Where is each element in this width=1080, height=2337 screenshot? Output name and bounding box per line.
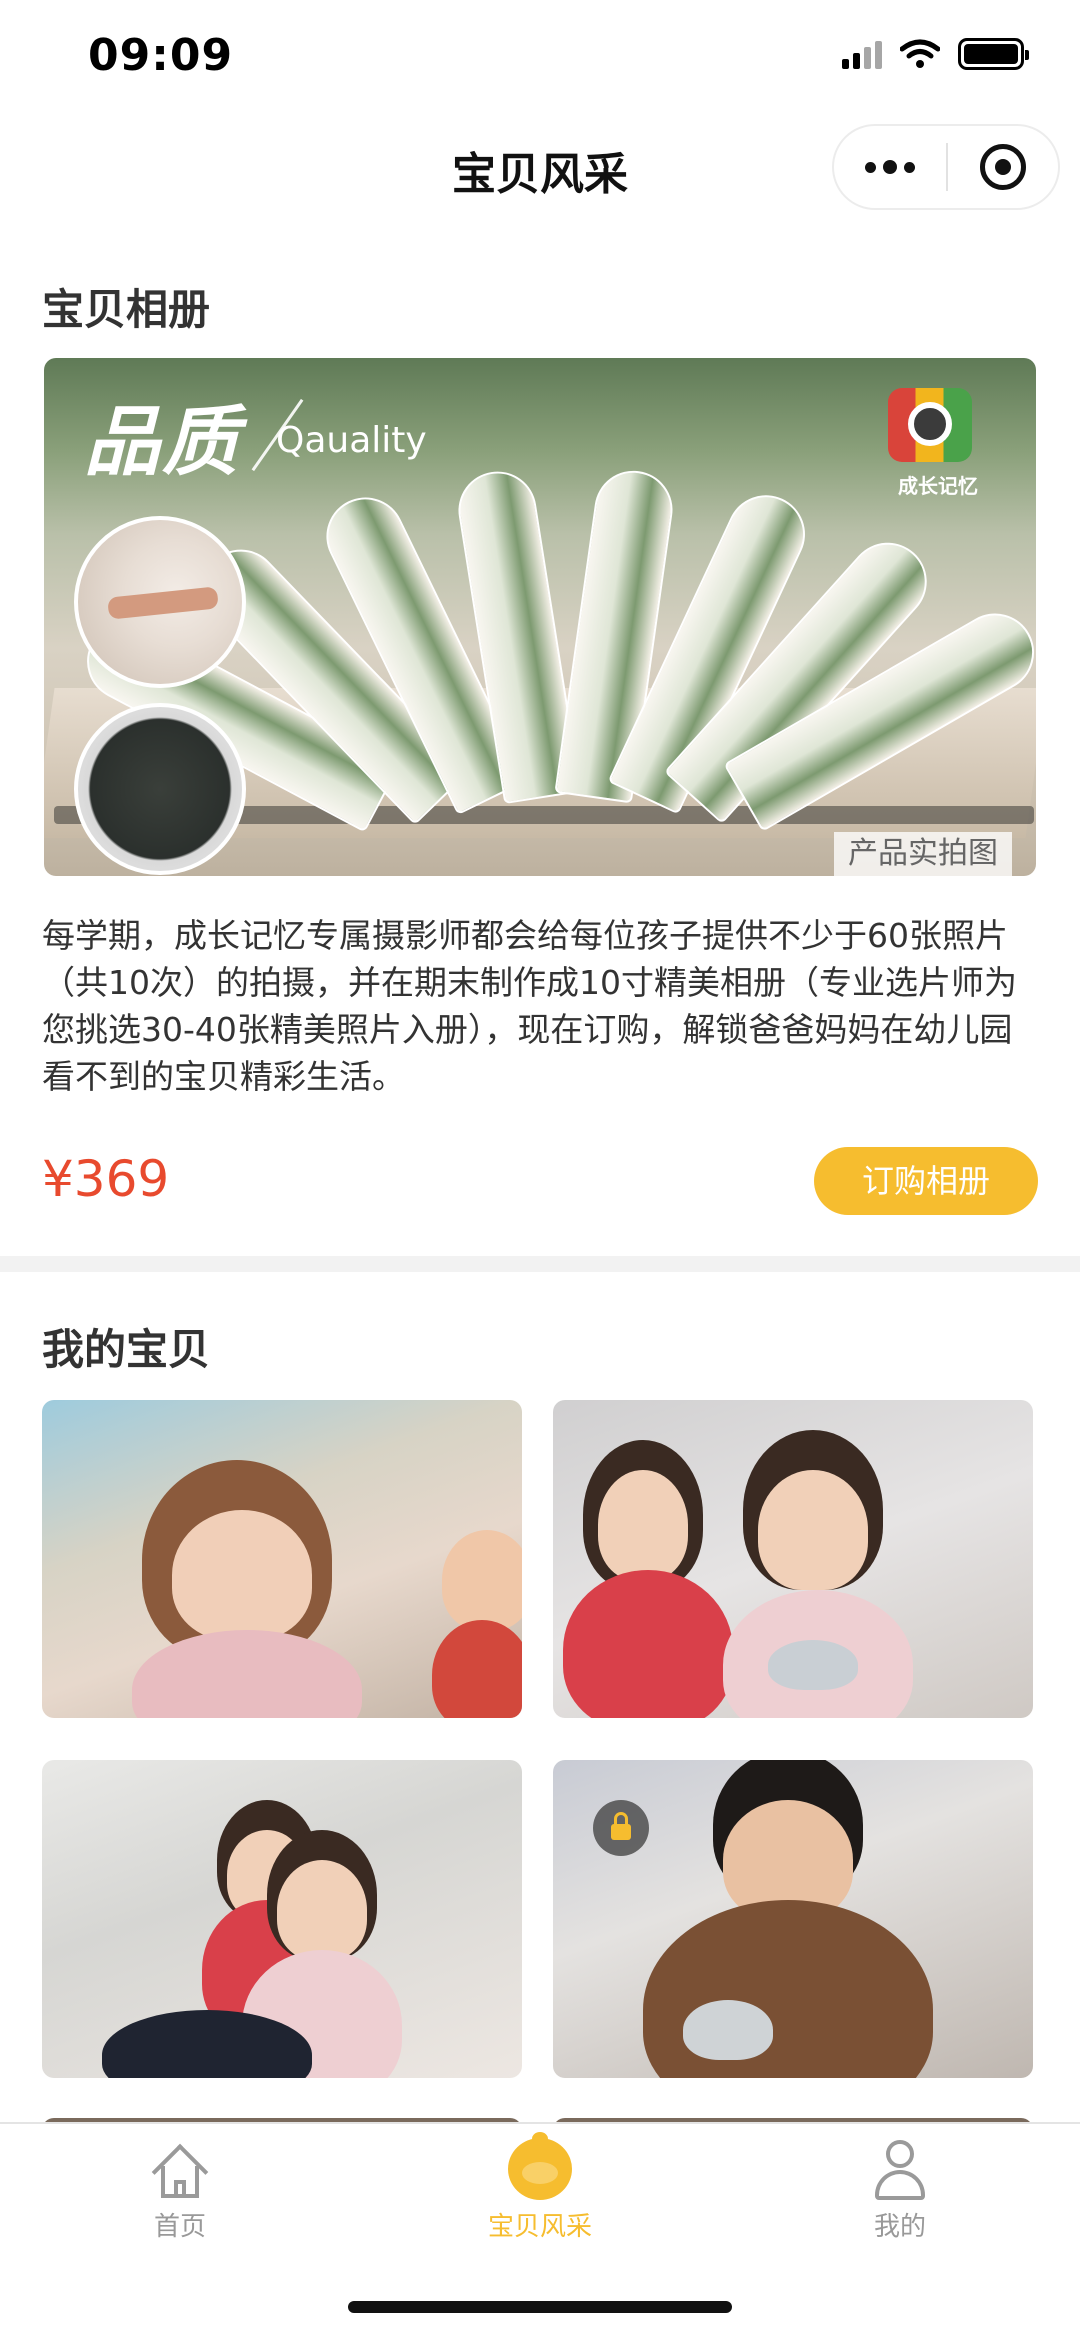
brand-logo-text: 成长记忆	[898, 474, 978, 498]
target-icon	[980, 144, 1026, 190]
close-mini-program-button[interactable]	[948, 144, 1058, 190]
tab-home[interactable]: 首页	[80, 2138, 280, 2258]
banner-headline-cn: 品质	[84, 397, 240, 486]
baby-photo[interactable]	[553, 1400, 1033, 1718]
album-section-title: 宝贝相册	[42, 285, 211, 334]
cellular-signal-icon	[842, 39, 882, 69]
album-description: 每学期，成长记忆专属摄影师都会给每位孩子提供不少于60张照片（共10次）的拍摄，…	[42, 916, 1017, 1096]
tab-mine-label: 我的	[873, 2212, 926, 2242]
lock-icon	[593, 1800, 649, 1856]
my-baby-section-title: 我的宝贝	[42, 1325, 211, 1374]
more-options-button[interactable]	[834, 126, 946, 208]
tab-baby-showcase-label: 宝贝风采	[487, 2212, 592, 2242]
baby-face-icon	[508, 2132, 572, 2200]
baby-photo[interactable]	[553, 1760, 1033, 2078]
home-indicator	[348, 2301, 732, 2313]
product-photo-tag: 产品实拍图	[834, 832, 1012, 876]
order-album-button[interactable]: 订购相册	[814, 1147, 1038, 1215]
status-bar: 09:09	[0, 0, 1080, 120]
wifi-icon	[900, 39, 940, 68]
tab-mine[interactable]: 我的	[800, 2138, 1000, 2258]
section-divider	[0, 1256, 1080, 1272]
banner-headline-en: Qauality	[276, 420, 427, 461]
album-banner[interactable]: 品质 Qauality 成长记忆 产品实拍图	[44, 358, 1036, 876]
album-cover-detail-image	[74, 703, 246, 875]
status-time: 09:09	[88, 30, 234, 81]
dot-icon	[883, 160, 897, 174]
album-price: ¥369	[42, 1150, 170, 1208]
brand-camera-logo-icon	[888, 388, 972, 462]
battery-icon	[958, 38, 1029, 70]
dot-icon	[865, 161, 876, 173]
album-binding-detail-image	[74, 516, 246, 688]
baby-photo[interactable]	[42, 1760, 522, 2078]
nav-bar: 宝贝风采	[0, 120, 1080, 220]
mini-program-capsule	[832, 124, 1060, 210]
home-icon	[149, 2138, 211, 2201]
user-icon	[869, 2138, 931, 2200]
dot-icon	[904, 161, 915, 173]
tab-baby-showcase[interactable]: 宝贝风采	[440, 2132, 640, 2258]
baby-photo[interactable]	[42, 1400, 522, 1718]
tab-home-label: 首页	[153, 2212, 206, 2242]
status-icons	[842, 38, 1029, 70]
